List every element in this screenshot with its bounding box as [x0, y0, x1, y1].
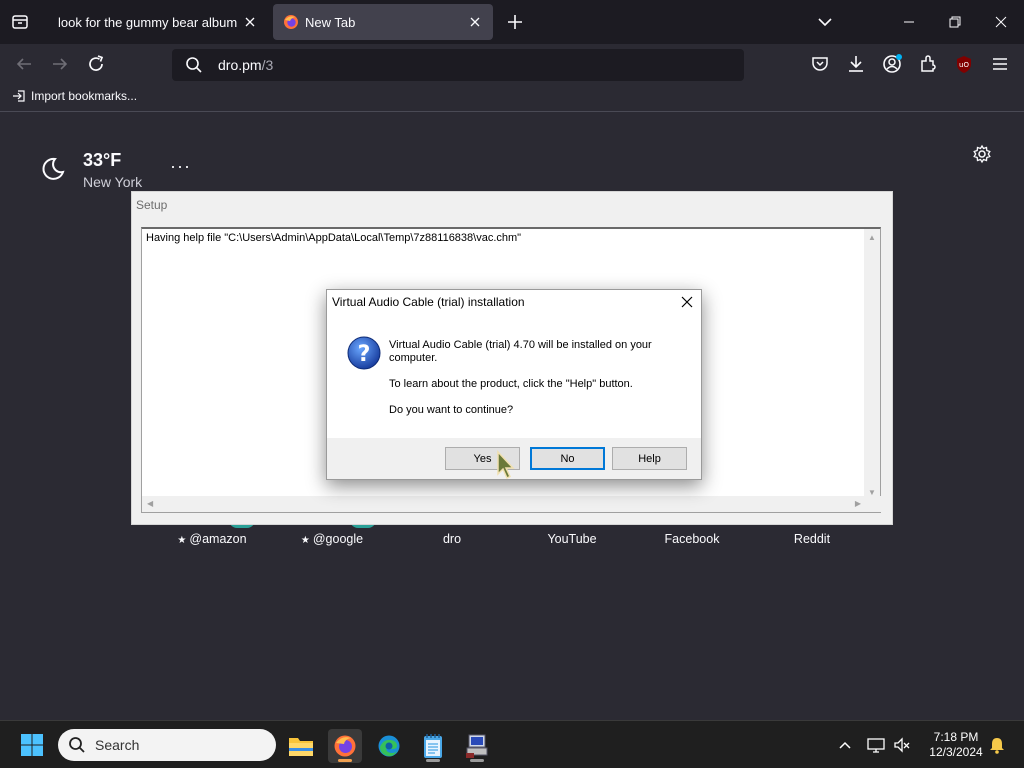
- ublock-icon[interactable]: uO: [952, 52, 976, 76]
- url-bar[interactable]: dro.pm/3: [172, 49, 744, 81]
- svg-text:uO: uO: [959, 61, 969, 69]
- scroll-up-icon[interactable]: ▲: [868, 233, 876, 242]
- import-bookmarks-label: Import bookmarks...: [31, 89, 138, 103]
- shortcut-reddit[interactable]: Reddit: [752, 532, 872, 546]
- windows-taskbar: Search 7:18 PM 12/3/2024: [0, 720, 1024, 768]
- navigation-toolbar: dro.pm/3 uO: [0, 44, 1024, 84]
- dialog-titlebar: Virtual Audio Cable (trial) installation: [327, 290, 701, 314]
- shortcut-google[interactable]: ★ @google: [272, 532, 392, 546]
- scroll-left-icon[interactable]: ◀: [147, 499, 153, 508]
- tab-list-icon[interactable]: [8, 10, 32, 34]
- chevron-down-icon[interactable]: [813, 10, 837, 34]
- weather-menu-button[interactable]: ···: [170, 156, 191, 177]
- back-arrow-icon[interactable]: [12, 52, 36, 76]
- pocket-icon[interactable]: [808, 52, 832, 76]
- setup-log-line: Having help file "C:\Users\Admin\AppData…: [146, 232, 522, 244]
- dialog-title: Virtual Audio Cable (trial) installation: [332, 295, 525, 309]
- tab-strip: look for the gummy bear album in New Tab: [0, 0, 1024, 44]
- download-icon[interactable]: [844, 52, 868, 76]
- clock-date: 12/3/2024: [929, 745, 983, 759]
- file-explorer-icon[interactable]: [284, 729, 318, 763]
- extensions-icon[interactable]: [916, 52, 940, 76]
- minimize-icon[interactable]: [895, 8, 923, 36]
- shortcut-dro[interactable]: dro: [392, 532, 512, 546]
- url-path: /3: [261, 57, 274, 73]
- windows-start-icon[interactable]: [20, 733, 44, 757]
- pin-icon: ★: [300, 535, 310, 546]
- svg-text:?: ?: [358, 342, 371, 367]
- forward-arrow-icon[interactable]: [48, 52, 72, 76]
- volume-muted-icon[interactable]: [892, 735, 912, 755]
- dialog-message-continue: Do you want to continue?: [389, 404, 514, 416]
- search-icon: [184, 55, 204, 75]
- question-icon: ?: [347, 336, 381, 370]
- help-button[interactable]: Help: [612, 447, 687, 470]
- gear-icon[interactable]: [972, 144, 992, 164]
- shortcut-youtube[interactable]: YouTube: [512, 532, 632, 546]
- import-icon: [13, 90, 25, 102]
- tab-gummy-bear[interactable]: look for the gummy bear album in: [44, 4, 268, 40]
- no-button[interactable]: No: [530, 447, 605, 470]
- restore-icon[interactable]: [941, 8, 969, 36]
- search-icon: [67, 735, 87, 755]
- bookmarks-toolbar: Import bookmarks...: [0, 84, 1024, 112]
- taskbar-search-label: Search: [95, 737, 140, 753]
- scroll-right-icon[interactable]: ▶: [855, 499, 861, 508]
- horizontal-scrollbar[interactable]: ◀ ▶: [142, 496, 882, 512]
- firefox-icon: [283, 14, 299, 30]
- close-icon[interactable]: [463, 10, 487, 34]
- display-icon[interactable]: [866, 735, 886, 755]
- tab-title: New Tab: [305, 14, 356, 30]
- new-tab-plus-icon[interactable]: [503, 10, 527, 34]
- hamburger-menu-icon[interactable]: [988, 52, 1012, 76]
- dialog-body: ? Virtual Audio Cable (trial) 4.70 will …: [327, 314, 701, 438]
- active-indicator: [338, 759, 352, 762]
- url-host: dro.pm: [218, 57, 262, 73]
- taskbar-clock[interactable]: 7:18 PM 12/3/2024: [918, 730, 994, 760]
- close-icon[interactable]: [679, 294, 695, 310]
- running-indicator: [470, 759, 484, 762]
- taskbar-search-box[interactable]: Search: [58, 729, 276, 761]
- window-close-icon[interactable]: [987, 8, 1015, 36]
- notification-bell-icon[interactable]: [987, 735, 1007, 755]
- close-icon[interactable]: [238, 10, 262, 34]
- reload-icon[interactable]: [84, 52, 108, 76]
- edge-icon[interactable]: [372, 729, 406, 763]
- weather-city: New York: [83, 174, 143, 190]
- mouse-cursor-icon: [494, 448, 520, 482]
- weather-temperature: 33°F: [83, 150, 122, 170]
- chevron-up-icon[interactable]: [835, 735, 855, 755]
- vertical-scrollbar[interactable]: ▲ ▼: [864, 229, 880, 497]
- shortcut-facebook[interactable]: Facebook: [632, 532, 752, 546]
- moon-icon: [40, 156, 66, 182]
- pin-icon: ★: [177, 535, 187, 546]
- shortcut-amazon[interactable]: ★ @amazon: [152, 532, 272, 546]
- tab-new-tab[interactable]: New Tab: [273, 4, 493, 40]
- running-indicator: [426, 759, 440, 762]
- import-bookmarks-button[interactable]: Import bookmarks...: [12, 89, 137, 103]
- account-icon[interactable]: [880, 52, 904, 76]
- notepad-icon[interactable]: [416, 729, 450, 763]
- clock-time: 7:18 PM: [933, 730, 979, 744]
- dialog-message-help: To learn about the product, click the "H…: [389, 378, 633, 390]
- setup-app-icon[interactable]: [460, 729, 494, 763]
- dialog-message-install: Virtual Audio Cable (trial) 4.70 will be…: [389, 339, 652, 364]
- tab-title: look for the gummy bear album in: [58, 14, 238, 30]
- setup-window-title: Setup: [136, 198, 168, 212]
- firefox-taskbar-icon[interactable]: [328, 729, 362, 763]
